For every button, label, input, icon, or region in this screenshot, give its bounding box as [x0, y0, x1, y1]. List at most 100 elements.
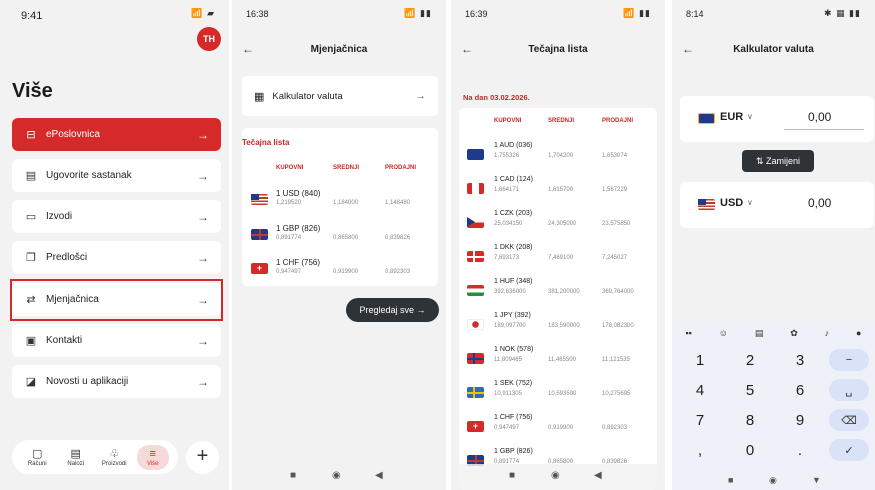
arrow-right-icon: → [197, 333, 209, 348]
view-all-label: Pregledaj sve [359, 305, 415, 315]
apps-icon[interactable]: ▪▪ [685, 328, 691, 338]
emoji-icon[interactable]: ☺ [719, 328, 728, 338]
document-icon: ▭ [25, 211, 37, 223]
recents-icon[interactable]: ■ [728, 475, 733, 485]
menu-item-eposlovnica[interactable]: ⊟ ePoslovnica → [12, 118, 221, 151]
buy-rate: 1,755326 [494, 153, 520, 159]
mid-rate: 10,593500 [548, 391, 577, 397]
document-icon: ▤ [70, 447, 81, 460]
avatar[interactable]: TH [197, 27, 221, 51]
recents-icon[interactable]: ■ [509, 470, 515, 481]
key-7[interactable]: 7 [675, 407, 725, 433]
sell-rate: 178,082300 [602, 323, 634, 329]
backspace-key[interactable]: ⌫ [829, 409, 869, 431]
flag-dk-icon [467, 251, 484, 262]
flag-hu-icon [467, 285, 484, 296]
calculator-label: Kalkulator valuta [272, 90, 343, 102]
back-icon[interactable]: ◀ [375, 470, 383, 481]
flag-se-icon [467, 387, 484, 398]
nav-proizvodi[interactable]: ♧ Proizvodi [98, 448, 130, 467]
status-bar: 16:38 📶 ▮▮ [232, 0, 446, 26]
nav-racuni[interactable]: ▢ Računi [21, 448, 53, 467]
arrow-right-icon: → [416, 305, 426, 315]
swap-button[interactable]: ⇅ Zamijeni [742, 150, 814, 172]
arrow-right-icon: → [197, 250, 209, 265]
nav-nalozi[interactable]: ▤ Nalozi [60, 448, 92, 467]
key-4[interactable]: 4 [675, 377, 725, 403]
menu-item-sastanak[interactable]: ▤ Ugovorite sastanak → [12, 159, 221, 192]
key-1[interactable]: 1 [675, 347, 725, 373]
to-currency-select[interactable]: USD [720, 197, 743, 209]
exchange-screen: 16:38 📶 ▮▮ ← Mjenjačnica ▦ Kalkulator va… [232, 0, 446, 490]
nav-vise[interactable]: ≡ Više [136, 444, 169, 470]
mic-icon[interactable]: ♪ [825, 328, 830, 338]
calculator-link[interactable]: ▦ Kalkulator valuta → [242, 76, 438, 116]
key-minus[interactable]: − [829, 349, 869, 371]
collapse-keyboard-icon[interactable]: ▼ [812, 475, 821, 485]
buy-rate: 25,034150 [494, 221, 523, 227]
menu-item-kontakti[interactable]: ▣ Kontakti → [12, 324, 221, 357]
system-nav: ■ ◉ ▼ [672, 472, 875, 490]
from-amount-input[interactable]: 0,00 [808, 110, 831, 124]
nav-label: Nalozi [67, 460, 85, 467]
key-6[interactable]: 6 [775, 377, 825, 403]
home-icon[interactable]: ◉ [332, 470, 341, 481]
clipboard-icon[interactable]: ▤ [755, 328, 764, 339]
calendar-icon: ▤ [25, 170, 37, 182]
status-icons: ✱ ▦ ▮▮ [824, 8, 861, 18]
mid-rate: 11,465500 [548, 357, 576, 363]
rate-row: 1 CAD (124) 1,664171 1,615700 1,567229 [459, 170, 655, 204]
page-title: Mjenjačnica [310, 44, 368, 55]
menu-item-novosti[interactable]: ◪ Novosti u aplikaciji → [12, 365, 221, 398]
key-3[interactable]: 3 [775, 347, 825, 373]
key-9[interactable]: 9 [775, 407, 825, 433]
more-icon[interactable]: ● [856, 328, 861, 338]
settings-icon[interactable]: ✿ [790, 328, 798, 339]
arrow-right-icon: → [197, 168, 209, 183]
enter-key[interactable]: ✓ [829, 439, 869, 461]
arrow-right-icon: → [197, 209, 209, 224]
currency: 1 AUD (036) [494, 142, 533, 149]
chevron-down-icon[interactable]: ∨ [747, 112, 753, 121]
recents-icon[interactable]: ■ [290, 470, 296, 481]
home-icon[interactable]: ◉ [551, 470, 560, 481]
mid-rate: 0,865800 [333, 235, 359, 241]
key-2[interactable]: 2 [725, 347, 775, 373]
key-0[interactable]: 0 [725, 437, 775, 463]
rates-title: Tečajna lista [242, 138, 290, 147]
view-all-button[interactable]: Pregledaj sve → [346, 298, 439, 322]
status-time: 16:39 [465, 9, 488, 19]
menu-item-izvodi[interactable]: ▭ Izvodi → [12, 200, 221, 233]
key-dot[interactable]: . [775, 437, 825, 463]
sell-rate: 23,575850 [602, 221, 631, 227]
header-srednji: SREDNJI [548, 118, 575, 124]
flag-no-icon [467, 353, 484, 364]
buy-rate: 1,664171 [494, 187, 520, 193]
nav-label: Proizvodi [101, 460, 127, 467]
status-bar: 8:14 ✱ ▦ ▮▮ [672, 0, 875, 26]
currency: 1 CHF (756) [276, 258, 321, 267]
buy-rate: 7,693173 [494, 255, 520, 261]
sell-rate: 1,653074 [602, 153, 628, 159]
key-comma[interactable]: , [675, 437, 725, 463]
sell-rate: 369,764000 [602, 289, 634, 295]
rate-row: 1 NOK (578) 11,809465 11,465500 11,12153… [459, 340, 655, 374]
chevron-down-icon[interactable]: ∨ [747, 198, 753, 207]
menu-item-predlosci[interactable]: ❐ Predlošci → [12, 241, 221, 274]
rate-row: 1 GBP (826) 0,891774 0,865800 0,839826 [242, 221, 438, 247]
from-currency-select[interactable]: EUR [720, 111, 743, 123]
home-icon[interactable]: ◉ [769, 475, 777, 486]
status-time: 9:41 [21, 10, 43, 22]
header-kupovni: KUPOVNI [494, 118, 522, 124]
mid-rate: 1,704200 [548, 153, 574, 159]
currency: 1 CAD (124) [494, 176, 533, 183]
key-space[interactable]: ␣ [829, 379, 869, 401]
key-5[interactable]: 5 [725, 377, 775, 403]
back-icon[interactable]: ◀ [594, 470, 602, 481]
add-button[interactable]: + [186, 441, 219, 474]
app-bar: ← Tečajna lista [451, 30, 665, 60]
buy-rate: 0,947497 [494, 425, 520, 431]
products-icon: ♧ [109, 447, 120, 460]
key-8[interactable]: 8 [725, 407, 775, 433]
nav-label: Više [146, 460, 159, 467]
